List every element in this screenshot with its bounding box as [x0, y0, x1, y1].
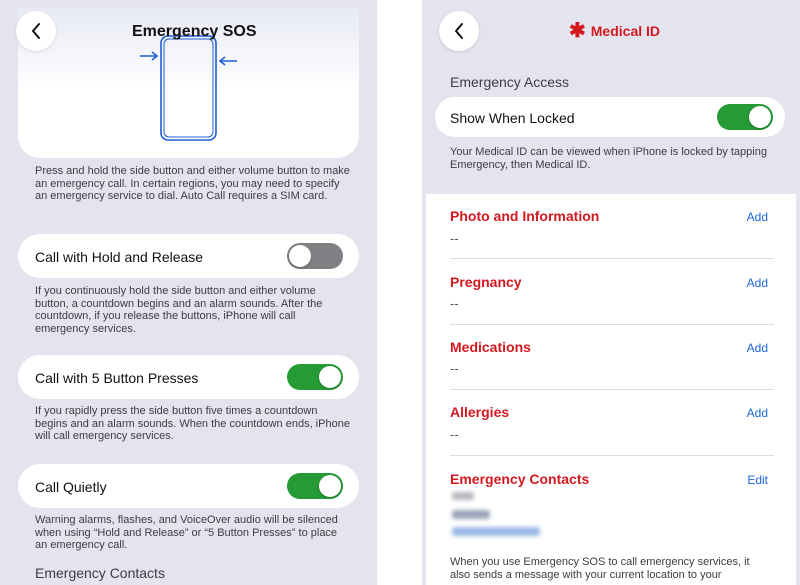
medications-value: -- [450, 361, 459, 376]
emergency-sos-screen: Emergency SOS Press and hold the side bu… [0, 0, 377, 585]
allergies-add-button[interactable]: Add [747, 406, 768, 420]
toggle-knob [289, 245, 311, 267]
emergency-contacts-title: Emergency Contacts [450, 471, 590, 487]
emergency-sos-footer-note: When you use Emergency SOS to call emerg… [450, 556, 750, 581]
allergies-value: -- [450, 427, 459, 442]
hold-and-release-label: Call with Hold and Release [35, 249, 204, 265]
five-button-presses-toggle[interactable] [287, 364, 343, 390]
toggle-knob [319, 366, 341, 388]
emergency-contacts-edit-button[interactable]: Edit [747, 473, 768, 487]
chevron-left-icon [32, 23, 40, 39]
call-quietly-toggle[interactable] [287, 473, 343, 499]
show-when-locked-label: Show When Locked [450, 110, 575, 126]
asterisk-icon: ✱ [569, 20, 586, 42]
blurred-contact-phone [452, 527, 540, 536]
pregnancy-section: Pregnancy Add -- [422, 259, 796, 325]
blurred-contact-relation [452, 492, 474, 500]
medical-id-screen: ✱ Medical ID Emergency Access Show When … [422, 0, 800, 585]
hold-and-release-note: If you continuously hold the side button… [35, 285, 323, 335]
toggle-knob [749, 106, 771, 128]
chevron-left-icon [455, 23, 463, 39]
page-title: Emergency SOS [132, 23, 257, 40]
diagram-caption: Press and hold the side button and eithe… [35, 165, 350, 202]
show-when-locked-toggle[interactable] [717, 104, 773, 130]
five-button-presses-note: If you rapidly press the side button fiv… [35, 405, 350, 442]
blurred-contact-name [452, 510, 490, 519]
back-button[interactable] [439, 11, 479, 51]
medications-add-button[interactable]: Add [747, 341, 768, 355]
photo-info-value: -- [450, 231, 459, 246]
toggle-knob [319, 475, 341, 497]
allergies-title: Allergies [450, 404, 510, 420]
pregnancy-value: -- [450, 296, 459, 311]
allergies-section: Allergies Add -- [422, 390, 796, 456]
medications-section: Medications Add -- [422, 325, 796, 390]
hold-and-release-toggle[interactable] [287, 243, 343, 269]
five-button-presses-label: Call with 5 Button Presses [35, 370, 199, 386]
medications-title: Medications [450, 339, 531, 355]
emergency-access-header: Emergency Access [450, 74, 570, 90]
pregnancy-add-button[interactable]: Add [747, 276, 768, 290]
pregnancy-title: Pregnancy [450, 274, 522, 290]
show-when-locked-note: Your Medical ID can be viewed when iPhon… [450, 146, 767, 171]
photo-info-section: Photo and Information Add -- [422, 194, 796, 259]
medical-id-title: ✱ Medical ID [569, 20, 661, 42]
emergency-contacts-section: Emergency Contacts Edit When you use Eme… [422, 456, 796, 585]
emergency-contacts-header: Emergency Contacts [35, 565, 165, 581]
call-quietly-label: Call Quietly [35, 479, 107, 495]
photo-info-title: Photo and Information [450, 208, 600, 224]
call-quietly-note: Warning alarms, flashes, and VoiceOver a… [35, 514, 338, 551]
photo-info-add-button[interactable]: Add [747, 210, 768, 224]
back-button[interactable] [16, 11, 56, 51]
medical-id-title-text: Medical ID [590, 23, 661, 39]
